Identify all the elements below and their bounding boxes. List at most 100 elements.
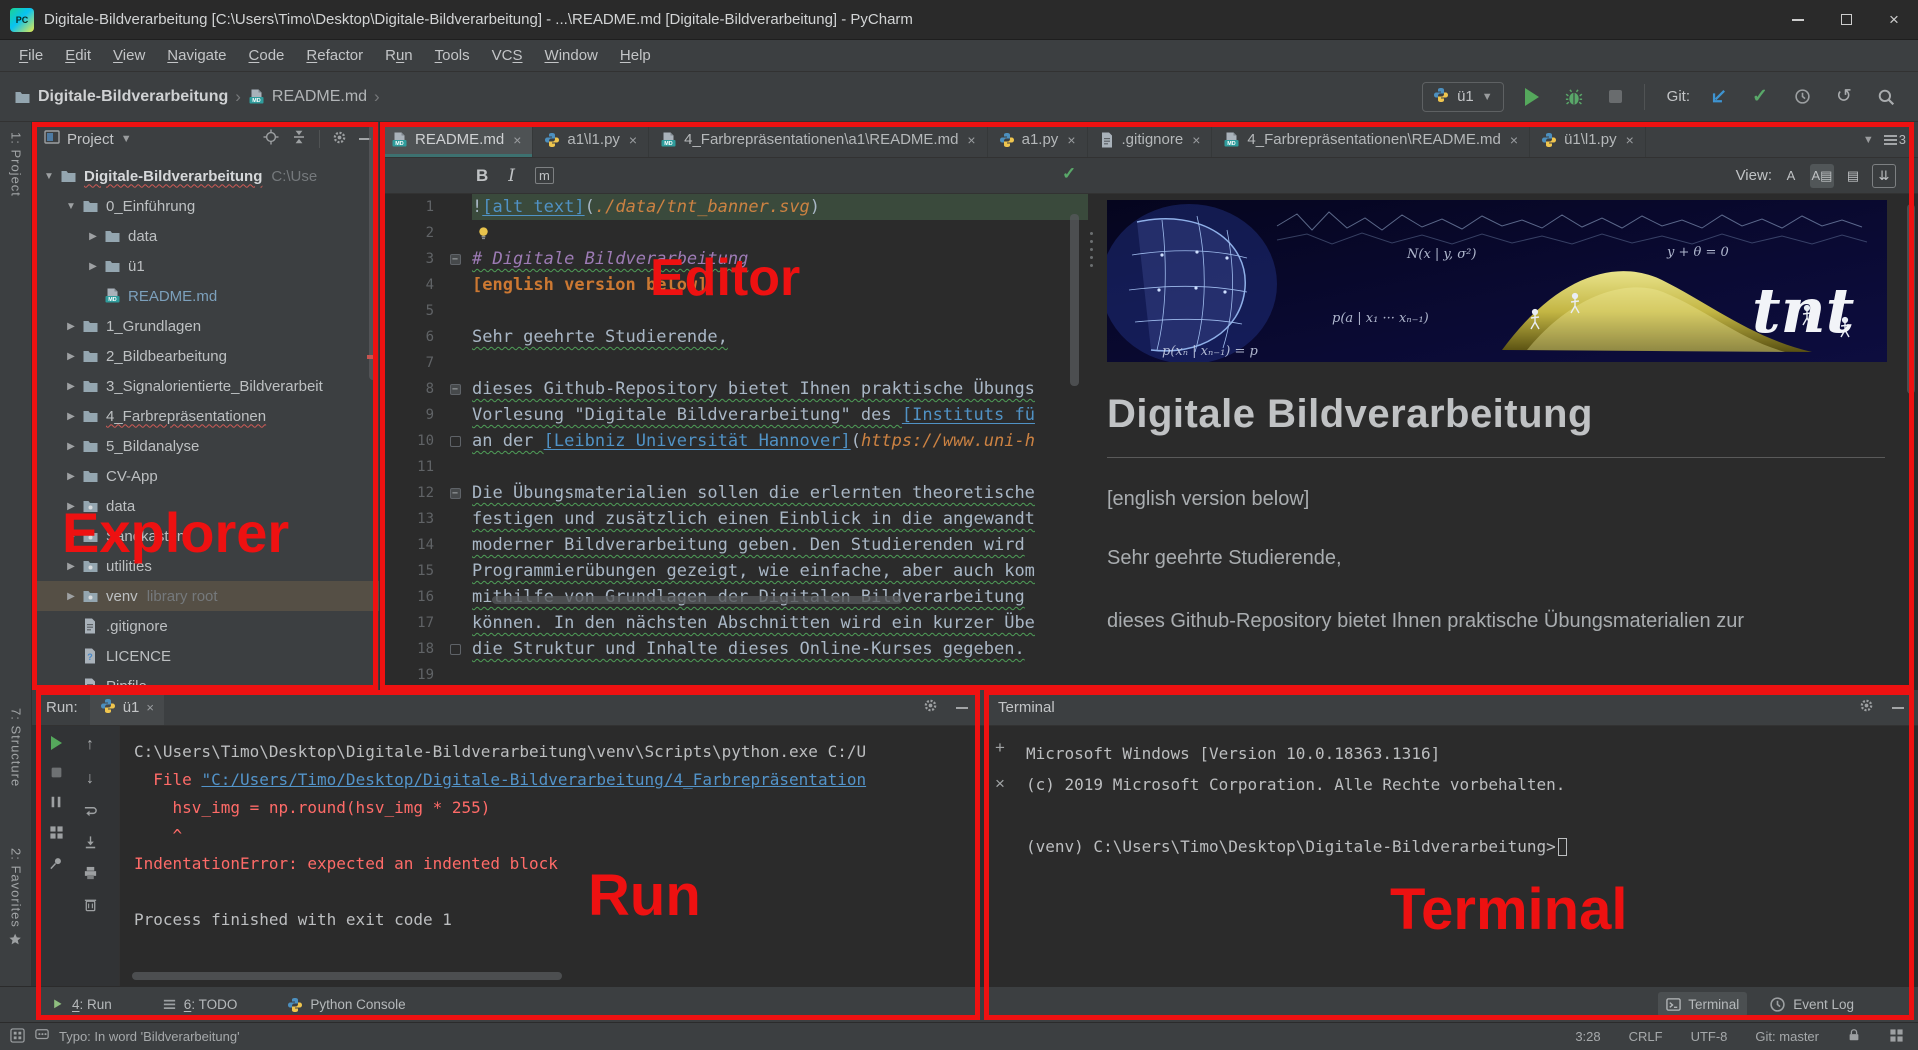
tree-row[interactable]: .gitignore: [32, 611, 379, 641]
code-line[interactable]: 9Vorlesung "Digitale Bildverarbeitung" d…: [380, 402, 1088, 428]
git-branch-indicator[interactable]: Git: master: [1755, 1029, 1819, 1044]
editor-tab[interactable]: .gitignore×: [1088, 122, 1213, 157]
breadcrumb-item[interactable]: Digitale-Bildverarbeitung: [14, 88, 228, 106]
chevron-down-icon[interactable]: ▼: [121, 133, 132, 145]
tool-window-switcher-icon[interactable]: [10, 1028, 25, 1046]
stacktrace-link[interactable]: "C:/Users/Timo/Desktop/Digitale-Bildvera…: [201, 770, 866, 789]
view-split-button[interactable]: A▤: [1810, 164, 1834, 188]
toolwindow-button-eventlog[interactable]: Event Log: [1761, 991, 1862, 1018]
tree-expand-icon[interactable]: ▶: [62, 501, 80, 512]
fold-marker-icon[interactable]: −: [450, 488, 461, 499]
encoding-indicator[interactable]: UTF-8: [1691, 1029, 1728, 1044]
preview-scrollbar[interactable]: [1907, 204, 1915, 394]
editor-tab[interactable]: MD4_Farbrepräsentationen\README.md×: [1212, 122, 1530, 157]
tree-expand-icon[interactable]: ▶: [62, 381, 80, 392]
tree-expand-icon[interactable]: ▶: [62, 531, 80, 542]
close-tab-icon[interactable]: ×: [1510, 132, 1518, 148]
code-line[interactable]: 3−# Digitale Bildverarbeitung: [380, 246, 1088, 272]
rollback-button[interactable]: ↺: [1830, 83, 1858, 111]
tree-expand-icon[interactable]: ▶: [62, 321, 80, 332]
close-tab-icon[interactable]: ×: [967, 132, 975, 148]
toolwindow-button-pythonconsole[interactable]: Python Console: [279, 992, 413, 1018]
close-tab-icon[interactable]: ×: [1067, 132, 1075, 148]
tree-row[interactable]: ▶1_Grundlagen: [32, 311, 379, 341]
toolwindow-button-terminal[interactable]: Terminal: [1658, 992, 1747, 1017]
editor-tab[interactable]: a1.py×: [988, 122, 1088, 157]
console-horizontal-scrollbar[interactable]: [132, 972, 562, 980]
code-line[interactable]: 8−dieses Github-Repository bietet Ihnen …: [380, 376, 1088, 402]
tree-row[interactable]: ▶ü1: [32, 251, 379, 281]
tree-row[interactable]: MDREADME.md: [32, 281, 379, 311]
soft-wrap-icon[interactable]: [83, 804, 98, 819]
fold-marker-icon[interactable]: −: [450, 254, 461, 265]
collapse-all-button[interactable]: [291, 129, 307, 149]
tree-row[interactable]: ▶4_Farbrepräsentationen: [32, 401, 379, 431]
menu-refactor[interactable]: Refactor: [295, 40, 374, 72]
fold-marker-icon[interactable]: −: [450, 384, 461, 395]
breadcrumb-item[interactable]: MDREADME.md: [248, 88, 367, 106]
menu-navigate[interactable]: Navigate: [156, 40, 237, 72]
code-line[interactable]: 1![alt text](./data/tnt_banner.svg): [380, 194, 1088, 220]
tree-expand-icon[interactable]: ▶: [62, 351, 80, 362]
menu-code[interactable]: Code: [238, 40, 296, 72]
tree-expand-icon[interactable]: ▼: [62, 201, 80, 212]
code-line[interactable]: 14moderner Bildverarbeitung geben. Den S…: [380, 532, 1088, 558]
stripe-button-project[interactable]: 1: Project: [0, 132, 32, 197]
tree-row[interactable]: ▶Sandkasten: [32, 521, 379, 551]
minimize-button[interactable]: [1774, 0, 1822, 39]
gear-icon[interactable]: [923, 698, 938, 717]
terminal-prompt[interactable]: (venv) C:\Users\Timo\Desktop\Digitale-Bi…: [1026, 831, 1918, 862]
stop-icon[interactable]: [50, 766, 63, 779]
md-italic-button[interactable]: I: [508, 166, 515, 186]
code-line[interactable]: 17können. In den nächsten Abschnitten wi…: [380, 610, 1088, 636]
close-tab-icon[interactable]: ×: [513, 132, 521, 148]
code-line[interactable]: 4[english version below]: [380, 272, 1088, 298]
menu-tools[interactable]: Tools: [424, 40, 481, 72]
status-message[interactable]: Typo: In word 'Bildverarbeitung': [59, 1029, 240, 1044]
rerun-icon[interactable]: [51, 736, 62, 750]
menu-file[interactable]: File: [8, 40, 54, 72]
code-line[interactable]: 19: [380, 662, 1088, 688]
code-line[interactable]: 18die Struktur und Inhalte dieses Online…: [380, 636, 1088, 662]
splitter-handle[interactable]: [1088, 232, 1095, 267]
close-session-button[interactable]: ×: [995, 774, 1005, 794]
history-button[interactable]: [1788, 83, 1816, 111]
tree-row[interactable]: ▶5_Bildanalyse: [32, 431, 379, 461]
tree-expand-icon[interactable]: ▶: [62, 411, 80, 422]
fold-marker-icon[interactable]: [450, 436, 461, 447]
tab-list-dropdown[interactable]: ▼: [1863, 134, 1874, 146]
indicator-icon[interactable]: [1889, 1028, 1904, 1046]
locate-file-button[interactable]: [263, 129, 279, 149]
hide-panel-button[interactable]: [956, 707, 968, 709]
tree-row[interactable]: Pipfile: [32, 671, 379, 690]
editor-tab[interactable]: a1\l1.py×: [533, 122, 649, 157]
tree-expand-icon[interactable]: ▶: [62, 561, 80, 572]
editor-tab[interactable]: ü1\l1.py×: [1530, 122, 1646, 157]
hidden-tabs-indicator[interactable]: 3: [1884, 132, 1906, 147]
new-session-button[interactable]: +: [995, 738, 1005, 758]
code-line[interactable]: 11: [380, 454, 1088, 480]
toolwindow-button-todo[interactable]: 6: TODO: [154, 992, 246, 1017]
project-panel-title[interactable]: Project: [67, 131, 114, 148]
tree-expand-icon[interactable]: ▶: [62, 591, 80, 602]
editor-horizontal-scrollbar[interactable]: [492, 596, 902, 604]
hide-panel-button[interactable]: [1892, 707, 1904, 709]
tree-row[interactable]: ▶CV-App: [32, 461, 379, 491]
tree-row[interactable]: ▶data: [32, 491, 379, 521]
close-tab-icon[interactable]: ×: [629, 132, 637, 148]
markdown-editor[interactable]: 1![alt text](./data/tnt_banner.svg)23−# …: [380, 194, 1088, 690]
close-button[interactable]: ×: [1870, 0, 1918, 39]
maximize-button[interactable]: [1822, 0, 1870, 39]
restore-layout-icon[interactable]: [49, 825, 64, 840]
code-line[interactable]: 13festigen und zusätzlich einen Einblick…: [380, 506, 1088, 532]
code-line[interactable]: 10an der [Leibniz Universität Hannover](…: [380, 428, 1088, 454]
search-everywhere-button[interactable]: [1872, 83, 1900, 111]
close-icon[interactable]: ×: [146, 700, 154, 715]
editor-vertical-scrollbar[interactable]: [1070, 214, 1079, 386]
lock-icon[interactable]: [1847, 1028, 1861, 1045]
tree-row[interactable]: ▼0_Einführung: [32, 191, 379, 221]
tree-expand-icon[interactable]: ▶: [62, 441, 80, 452]
tree-expand-icon[interactable]: ▼: [40, 171, 58, 182]
run-button[interactable]: [1518, 83, 1546, 111]
tree-scrollbar[interactable]: [369, 124, 377, 380]
